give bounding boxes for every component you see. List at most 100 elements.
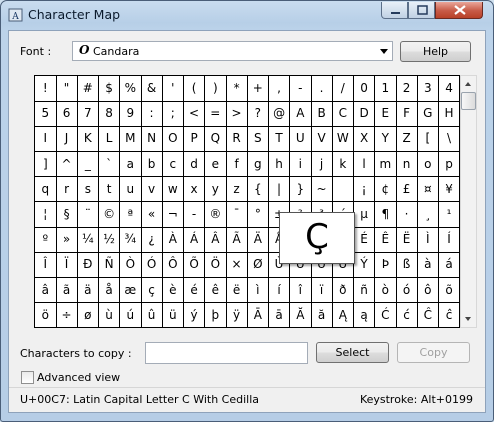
char-cell[interactable]: k (332, 151, 355, 178)
char-cell[interactable]: v (141, 176, 163, 203)
char-cell[interactable]: u (120, 176, 142, 203)
char-cell[interactable]: Ä (247, 227, 270, 253)
char-cell[interactable]: K (77, 126, 100, 152)
char-cell[interactable]: J (56, 126, 78, 152)
char-cell[interactable]: 8 (98, 101, 121, 127)
char-cell[interactable]: ! (35, 76, 57, 102)
char-cell[interactable]: ü (162, 302, 185, 329)
char-cell[interactable]: ¾ (120, 227, 142, 253)
char-cell[interactable]: Ë (396, 227, 418, 253)
char-cell[interactable]: ā (268, 302, 291, 329)
char-cell[interactable]: å (98, 277, 121, 304)
char-cell[interactable]: q (35, 176, 57, 203)
char-cell[interactable]: ć (396, 302, 418, 329)
char-cell[interactable]: 5 (35, 101, 57, 127)
scroll-up-arrow-icon[interactable] (461, 76, 476, 92)
char-cell[interactable]: Z (396, 126, 418, 152)
char-cell[interactable]: ò (375, 277, 397, 304)
char-cell[interactable]: Q (205, 126, 227, 152)
char-cell[interactable]: ß (396, 252, 418, 278)
char-cell[interactable]: ó (396, 277, 418, 304)
char-cell[interactable]: Ò (120, 252, 142, 278)
char-cell[interactable]: & (141, 76, 163, 102)
char-cell[interactable]: ö (35, 302, 57, 329)
char-cell[interactable]: p (438, 151, 461, 178)
char-cell[interactable]: R (226, 126, 248, 152)
char-cell[interactable]: e (205, 151, 227, 178)
char-cell[interactable]: C (332, 101, 355, 127)
char-cell[interactable]: # (77, 76, 100, 102)
char-cell[interactable]: / (332, 76, 355, 102)
char-cell[interactable]: Î (35, 252, 57, 278)
char-cell[interactable]: 9 (120, 101, 142, 127)
char-cell[interactable]: _ (77, 151, 100, 178)
char-cell[interactable]: à (417, 252, 440, 278)
char-cell[interactable]: ë (226, 277, 248, 304)
close-button[interactable] (435, 2, 483, 19)
char-cell[interactable]: Ô (162, 252, 185, 278)
dropdown-arrow-icon[interactable] (380, 49, 388, 54)
char-cell[interactable]: f (226, 151, 248, 178)
char-cell[interactable]: Ó (141, 252, 163, 278)
char-cell[interactable]: ® (205, 202, 227, 228)
char-cell[interactable]: ø (77, 302, 100, 329)
char-cell[interactable]: ä (77, 277, 100, 304)
char-cell[interactable]: ï (311, 277, 333, 304)
char-cell[interactable]: o (417, 151, 440, 178)
char-cell[interactable]: À (162, 227, 185, 253)
char-cell[interactable]: t (98, 176, 121, 203)
char-cell[interactable]: î (290, 277, 312, 304)
char-cell[interactable]: ù (98, 302, 121, 329)
char-cell[interactable]: û (141, 302, 163, 329)
char-cell[interactable]: 3 (417, 76, 440, 102)
char-cell[interactable]: é (183, 277, 206, 304)
char-cell[interactable]: § (56, 202, 78, 228)
char-cell[interactable]: 1 (375, 76, 397, 102)
char-cell[interactable]: ¼ (77, 227, 100, 253)
char-cell[interactable]: Ĉ (417, 302, 440, 329)
char-cell[interactable]: } (290, 176, 312, 203)
copy-button[interactable]: Copy (397, 342, 470, 363)
char-cell[interactable]: n (396, 151, 418, 178)
char-cell[interactable]: Ø (247, 252, 270, 278)
char-cell[interactable]: \ (438, 126, 461, 152)
char-cell[interactable]: I (35, 126, 57, 152)
char-cell[interactable]: £ (396, 176, 418, 203)
char-cell[interactable]: ) (205, 76, 227, 102)
char-cell[interactable]: s (77, 176, 100, 203)
char-cell[interactable]: N (141, 126, 163, 152)
char-cell[interactable]: Ð (77, 252, 100, 278)
help-button[interactable]: Help (400, 41, 471, 62)
char-cell[interactable]: É (353, 227, 376, 253)
char-cell[interactable]: × (226, 252, 248, 278)
char-cell[interactable]: © (98, 202, 121, 228)
char-cell[interactable]: E (375, 101, 397, 127)
char-cell[interactable]: õ (438, 277, 461, 304)
char-cell[interactable]: * (226, 76, 248, 102)
char-cell[interactable]: O (162, 126, 185, 152)
char-cell[interactable]: g (247, 151, 270, 178)
char-cell[interactable]: 6 (56, 101, 78, 127)
char-cell[interactable]: T (268, 126, 291, 152)
char-cell[interactable]: ` (98, 151, 121, 178)
scroll-thumb[interactable] (461, 92, 476, 110)
select-button[interactable]: Select (316, 342, 389, 363)
char-cell[interactable]: W (332, 126, 355, 152)
char-cell[interactable]: x (183, 176, 206, 203)
char-cell[interactable]: ą (353, 302, 376, 329)
char-cell[interactable]: B (311, 101, 333, 127)
char-cell[interactable]: Ã (226, 227, 248, 253)
char-cell[interactable]: b (141, 151, 163, 178)
char-cell[interactable]: 0 (353, 76, 376, 102)
char-cell[interactable]: ô (417, 277, 440, 304)
char-cell[interactable]: è (162, 277, 185, 304)
char-cell[interactable]: ê (205, 277, 227, 304)
char-cell[interactable]: ¸ (417, 202, 440, 228)
char-cell[interactable]: y (205, 176, 227, 203)
char-cell[interactable]: 4 (438, 76, 461, 102)
char-cell[interactable]: · (396, 202, 418, 228)
char-cell[interactable]: Þ (375, 252, 397, 278)
char-cell[interactable]: Á (183, 227, 206, 253)
grid-scrollbar[interactable] (460, 75, 477, 328)
char-cell[interactable]: ^ (56, 151, 78, 178)
